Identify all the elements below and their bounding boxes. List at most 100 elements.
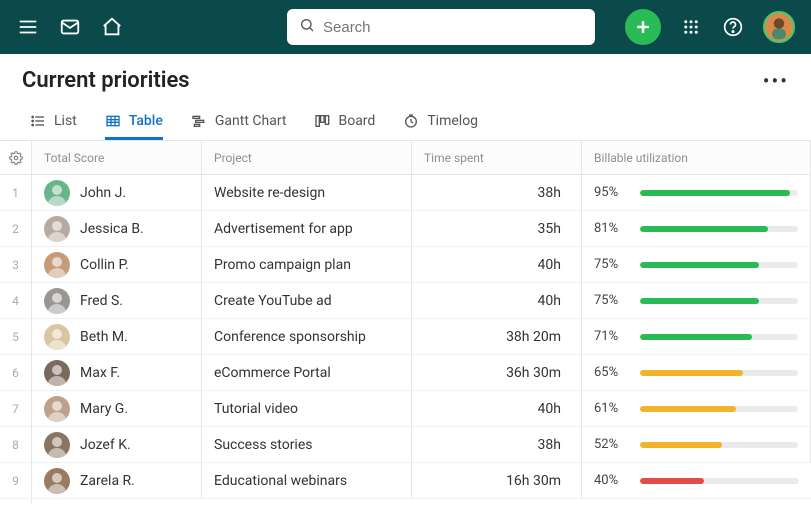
table-row-time: 36h 30m [412,355,582,391]
person-avatar [44,252,70,278]
table-row-name[interactable]: Max F. [32,355,202,391]
utilization-percent: 95% [594,185,628,200]
person-avatar [44,468,70,494]
table-row-utilization: 71% [582,319,811,355]
col-header-score[interactable]: Total Score [32,141,202,175]
person-name: Mary G. [80,401,128,417]
person-avatar [44,396,70,422]
person-avatar [44,360,70,386]
table-row-time: 38h 20m [412,319,582,355]
table-row-utilization: 95% [582,175,811,211]
utilization-percent: 52% [594,437,628,452]
table-row-utilization: 75% [582,283,811,319]
search-icon [299,17,315,37]
person-avatar [44,216,70,242]
utilization-percent: 75% [594,293,628,308]
table-row-name[interactable]: Jessica B. [32,211,202,247]
table-row-time: 38h [412,427,582,463]
person-avatar [44,324,70,350]
page-title-row: Current priorities ••• [0,54,811,101]
settings-gear-icon[interactable] [0,141,31,175]
table-row-project[interactable]: eCommerce Portal [202,355,412,391]
person-name: Zarela R. [80,473,135,489]
table-row-utilization: 81% [582,211,811,247]
person-avatar [44,432,70,458]
page-title: Current priorities [22,68,190,93]
table-row-utilization: 61% [582,391,811,427]
search-box[interactable] [287,9,595,45]
table-row-project[interactable]: Advertisement for app [202,211,412,247]
user-avatar[interactable] [763,11,795,43]
help-icon[interactable] [721,15,745,39]
tab-board[interactable]: Board [314,101,375,140]
table-row-project[interactable]: Promo campaign plan [202,247,412,283]
utilization-bar [640,334,798,340]
person-name: Jozef K. [80,437,131,453]
tab-label: Timelog [427,113,478,129]
menu-icon[interactable] [16,15,40,39]
table-icon [105,113,121,129]
table-row-project[interactable]: Educational webinars [202,463,412,499]
col-header-utilization[interactable]: Billable utilization [582,141,811,175]
table-row-project[interactable]: Conference sponsorship [202,319,412,355]
table-row-time: 35h [412,211,582,247]
view-tabs: List Table Gantt Chart Board Timelog [0,101,811,141]
table-row-time: 40h [412,247,582,283]
add-button[interactable] [625,9,661,45]
table-row-name[interactable]: Beth M. [32,319,202,355]
utilization-bar [640,262,798,268]
row-number: 4 [0,283,31,319]
table-row-utilization: 75% [582,247,811,283]
search-input[interactable] [323,19,583,36]
home-icon[interactable] [100,15,124,39]
tab-label: Table [129,113,163,129]
app-header [0,0,811,54]
utilization-bar [640,478,799,484]
person-name: Max F. [80,365,120,381]
data-table: Total Score Project Time spent Billable … [32,141,811,503]
utilization-bar [640,190,798,196]
timelog-icon [403,113,419,129]
table-row-name[interactable]: John J. [32,175,202,211]
table-row-project[interactable]: Success stories [202,427,412,463]
table-row-utilization: 65% [582,355,811,391]
person-name: Fred S. [80,293,123,309]
col-header-project[interactable]: Project [202,141,412,175]
apps-grid-icon[interactable] [679,15,703,39]
row-number: 2 [0,211,31,247]
utilization-percent: 75% [594,257,628,272]
row-number: 6 [0,355,31,391]
table-row-utilization: 52% [582,427,811,463]
tab-gantt[interactable]: Gantt Chart [191,101,287,140]
tab-list[interactable]: List [30,101,77,140]
row-number: 9 [0,463,31,499]
table-row-name[interactable]: Collin P. [32,247,202,283]
utilization-bar [640,406,798,412]
utilization-bar [640,442,798,448]
row-number: 8 [0,427,31,463]
row-number-column: 123456789 [0,141,32,503]
table-row-time: 40h [412,391,582,427]
row-number: 5 [0,319,31,355]
utilization-percent: 61% [594,401,628,416]
tab-label: Gantt Chart [215,113,287,129]
col-header-time[interactable]: Time spent [412,141,582,175]
person-name: John J. [80,185,126,201]
table-row-name[interactable]: Jozef K. [32,427,202,463]
utilization-bar [640,226,798,232]
table-row-project[interactable]: Website re-design [202,175,412,211]
table-row-name[interactable]: Zarela R. [32,463,202,499]
more-options-icon[interactable]: ••• [763,69,789,93]
utilization-bar [640,370,798,376]
table-row-name[interactable]: Mary G. [32,391,202,427]
table-row-project[interactable]: Tutorial video [202,391,412,427]
table-row-project[interactable]: Create YouTube ad [202,283,412,319]
tab-table[interactable]: Table [105,101,163,140]
table-row-time: 38h [412,175,582,211]
tab-timelog[interactable]: Timelog [403,101,478,140]
mail-icon[interactable] [58,15,82,39]
table-row-name[interactable]: Fred S. [32,283,202,319]
row-number: 3 [0,247,31,283]
table-row-time: 16h 30m [412,463,582,499]
content-area: 123456789 Total Score Project Time spent… [0,141,811,503]
